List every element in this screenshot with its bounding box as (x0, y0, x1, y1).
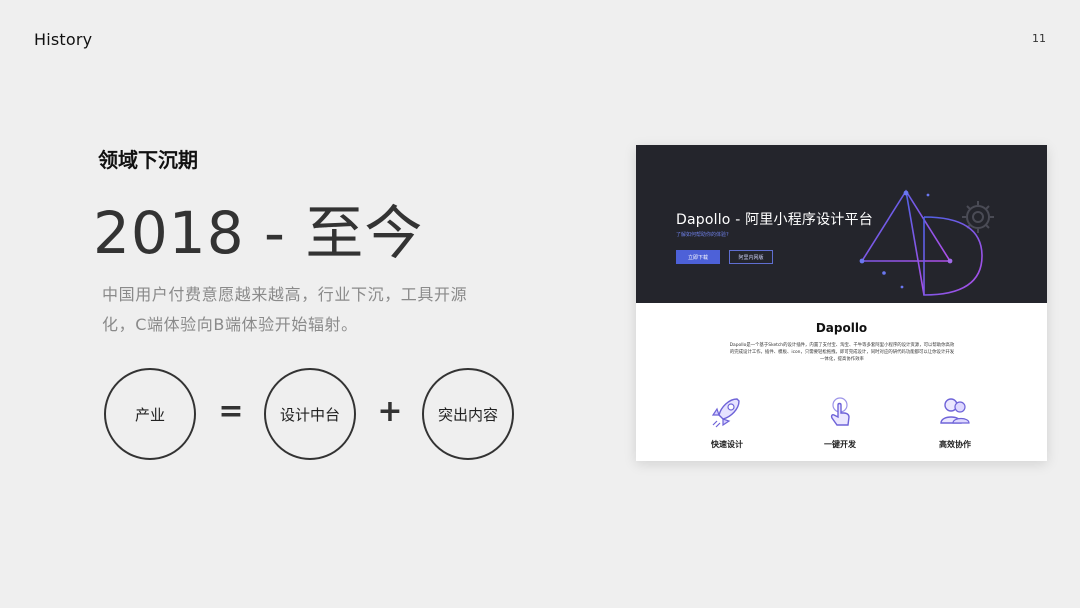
rocket-icon (711, 398, 740, 428)
feature-label: 快速设计 (711, 440, 743, 449)
feature-efficient-collab: 高效协作 (920, 393, 990, 450)
headline: 2018 - 至今 (93, 199, 424, 267)
feature-label: 高效协作 (939, 440, 971, 449)
feature-fast-design: 快速设计 (692, 393, 762, 450)
formula-term-design-platform: 设计中台 (264, 368, 356, 460)
touch-icon (830, 397, 850, 426)
download-button[interactable]: 立即下载 (676, 250, 720, 264)
intranet-button[interactable]: 阿里内网版 (729, 250, 773, 264)
people-icon (940, 398, 970, 424)
dapollo-logo-graphic (859, 189, 994, 296)
hero-banner: Dapollo - 阿里小程序设计平台 了解如何帮助你的体验? 立即下载 阿里内… (636, 145, 1047, 303)
feature-label: 一键开发 (824, 440, 856, 449)
equals-operator: = (218, 394, 244, 429)
formula: 产业 = 设计中台 + 突出内容 (104, 368, 516, 460)
description: 中国用户付费意愿越来越高，行业下沉，工具开源化，C端体验向B端体验开始辐射。 (102, 285, 468, 334)
gear-icon (962, 201, 994, 233)
content-description: Dapollo是一个基于Sketch的设计插件，内置了支付宝、淘宝、千牛等多套阿… (729, 343, 955, 362)
formula-term-content: 突出内容 (422, 368, 514, 460)
website-screenshot: Dapollo - 阿里小程序设计平台 了解如何帮助你的体验? 立即下载 阿里内… (636, 145, 1047, 461)
feature-one-click-dev: 一键开发 (805, 393, 875, 450)
plus-operator: + (377, 394, 403, 429)
formula-term-industry: 产业 (104, 368, 196, 460)
header-title: History (34, 30, 93, 49)
page-number: 11 (1032, 32, 1046, 45)
content-title: Dapollo (815, 321, 868, 335)
section-label: 领域下沉期 (98, 148, 198, 172)
hero-subtitle: 了解如何帮助你的体验? (676, 232, 729, 238)
hero-title: Dapollo - 阿里小程序设计平台 (676, 212, 873, 228)
